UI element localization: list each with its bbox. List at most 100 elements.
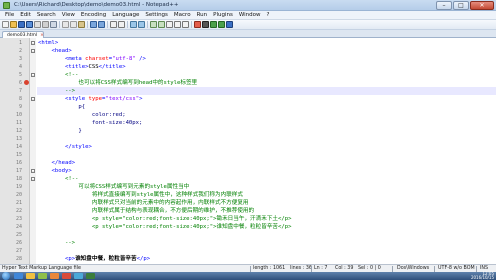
code-line[interactable]: 1 - <html> [0, 39, 496, 47]
code-line[interactable]: 4 <title>CSS</title> [0, 63, 496, 71]
tab-bar: demo03.html × [0, 30, 496, 38]
bookmark-icon[interactable] [24, 80, 29, 85]
code-line[interactable]: 23 <p style="color:red;font-size:40px;">… [0, 215, 496, 223]
code-line[interactable]: 16 </head> [0, 159, 496, 167]
menu-search[interactable]: Search [34, 11, 59, 19]
redo-icon[interactable] [98, 21, 105, 28]
firefox-icon[interactable] [50, 273, 59, 279]
fold-toggle-icon[interactable]: - [31, 48, 35, 53]
menu-settings[interactable]: Settings [142, 11, 171, 19]
menu-edit[interactable]: Edit [17, 11, 34, 19]
minimize-button[interactable]: – [436, 1, 452, 10]
code-line[interactable]: 19 可以将CSS样式编写到元素的style属性当中 [0, 183, 496, 191]
code-line[interactable]: 21 内联样式只对当前的元素中的内容起作用，内联样式不方便复用 [0, 199, 496, 207]
fold-toggle-icon[interactable]: - [31, 176, 35, 181]
tab-demo03-html[interactable]: demo03.html × [2, 31, 44, 38]
replace-icon[interactable] [118, 21, 125, 28]
indent-guide-icon[interactable] [182, 21, 189, 28]
code-line[interactable]: 27 [0, 247, 496, 255]
code-line[interactable]: 15 [0, 151, 496, 159]
undo-icon[interactable] [90, 21, 97, 28]
code-line[interactable]: 3 <meta charset="utf-8" /> [0, 55, 496, 63]
close-all-icon[interactable] [42, 21, 49, 28]
save-all-icon[interactable] [26, 21, 33, 28]
code-line[interactable]: 12 } [0, 127, 496, 135]
line-number: 12 [15, 128, 22, 134]
line-number: 28 [15, 256, 22, 262]
menu-language[interactable]: Language [109, 11, 142, 19]
code-line[interactable]: 22 内联样式属于结构与表现耦合，不方便后期的维护，不推荐使用的 [0, 207, 496, 215]
zoom-out-icon[interactable] [138, 21, 145, 28]
menu-window[interactable]: Window [236, 11, 264, 19]
fold-toggle-icon[interactable]: - [31, 72, 35, 77]
save-icon[interactable] [18, 21, 25, 28]
line-number: 4 [18, 64, 22, 70]
system-tray-clock[interactable]: 12:05 2016/10/15 [471, 272, 494, 280]
copy-icon[interactable] [70, 21, 77, 28]
run-macro-multiple-icon[interactable] [218, 21, 225, 28]
start-button[interactable] [2, 272, 10, 280]
code-line[interactable]: 11 font-size:40px; [0, 119, 496, 127]
recorder-icon[interactable] [86, 273, 95, 279]
sync-scroll-vertical-icon[interactable] [150, 21, 157, 28]
code-line[interactable]: 5 - <!-- [0, 71, 496, 79]
close-button[interactable]: ✕ [470, 1, 494, 10]
menu-file[interactable]: File [2, 11, 17, 19]
fold-toggle-icon[interactable]: - [31, 96, 35, 101]
line-number: 23 [15, 216, 22, 222]
code-line[interactable]: 8 - <style type="text/css"> [0, 95, 496, 103]
cut-icon[interactable] [62, 21, 69, 28]
maximize-button[interactable]: □ [453, 1, 469, 10]
menu-run[interactable]: Run [194, 11, 211, 19]
code-line[interactable]: 25 [0, 231, 496, 239]
menu-macro[interactable]: Macro [171, 11, 194, 19]
explorer-icon[interactable] [26, 273, 35, 279]
code-line[interactable]: 10 color:red; [0, 111, 496, 119]
find-icon[interactable] [110, 21, 117, 28]
word-wrap-icon[interactable] [166, 21, 173, 28]
close-tab-icon[interactable]: × [40, 33, 44, 38]
code-line[interactable]: 14 </style> [0, 143, 496, 151]
code-line[interactable]: 7 --> [0, 87, 496, 95]
ie-icon[interactable] [14, 273, 23, 279]
zoom-in-icon[interactable] [130, 21, 137, 28]
qq-icon[interactable] [74, 273, 83, 279]
code-line[interactable]: 24 <p style="color:red;font-size:40px;">… [0, 223, 496, 231]
menu-encoding[interactable]: Encoding [78, 11, 109, 19]
notepad-plus-plus-taskbar-icon[interactable] [38, 273, 47, 279]
line-number: 5 [18, 72, 22, 78]
code-line[interactable]: 18 - <!-- [0, 175, 496, 183]
toolbar-divider [107, 21, 108, 28]
code-line[interactable]: 26 --> [0, 239, 496, 247]
record-macro-icon[interactable] [194, 21, 201, 28]
show-all-characters-icon[interactable] [174, 21, 181, 28]
play-macro-icon[interactable] [210, 21, 217, 28]
chrome-icon[interactable] [62, 273, 71, 279]
toolbar [0, 20, 496, 30]
code-line[interactable]: 28 <p>谁知盘中餐，粒粒皆辛苦</p> [0, 255, 496, 263]
fold-toggle-icon[interactable]: - [31, 40, 35, 45]
open-folder-icon[interactable] [10, 21, 17, 28]
code-line[interactable]: 20 将样式直接编写到style属性中，这种样式我们称为内联样式 [0, 191, 496, 199]
line-number: 17 [15, 168, 22, 174]
close-file-icon[interactable] [34, 21, 41, 28]
menu-plugins[interactable]: Plugins [210, 11, 236, 19]
save-macro-icon[interactable] [226, 21, 233, 28]
code-line[interactable]: 6 也可以将CSS样式编写到head中的style标签里 [0, 79, 496, 87]
code-line[interactable]: 9 p{ [0, 103, 496, 111]
menu-view[interactable]: View [59, 11, 78, 19]
menu-help[interactable]: ? [264, 11, 273, 19]
print-icon[interactable] [50, 21, 57, 28]
code-text: <p style="color:red;font-size:40px;">谁知盘… [38, 224, 292, 230]
code-editor[interactable]: 1- <html> 2- <head> 3 <meta charset="utf-8"… [0, 38, 496, 264]
stop-macro-icon[interactable] [202, 21, 209, 28]
paste-icon[interactable] [78, 21, 85, 28]
code-text: --> [38, 240, 76, 246]
code-line[interactable]: 17 - <body> [0, 167, 496, 175]
code-line[interactable]: 2 - <head> [0, 47, 496, 55]
toolbar-divider [87, 21, 88, 28]
new-file-icon[interactable] [2, 21, 9, 28]
fold-toggle-icon[interactable]: - [31, 168, 35, 173]
sync-scroll-horizontal-icon[interactable] [158, 21, 165, 28]
code-line[interactable]: 13 [0, 135, 496, 143]
